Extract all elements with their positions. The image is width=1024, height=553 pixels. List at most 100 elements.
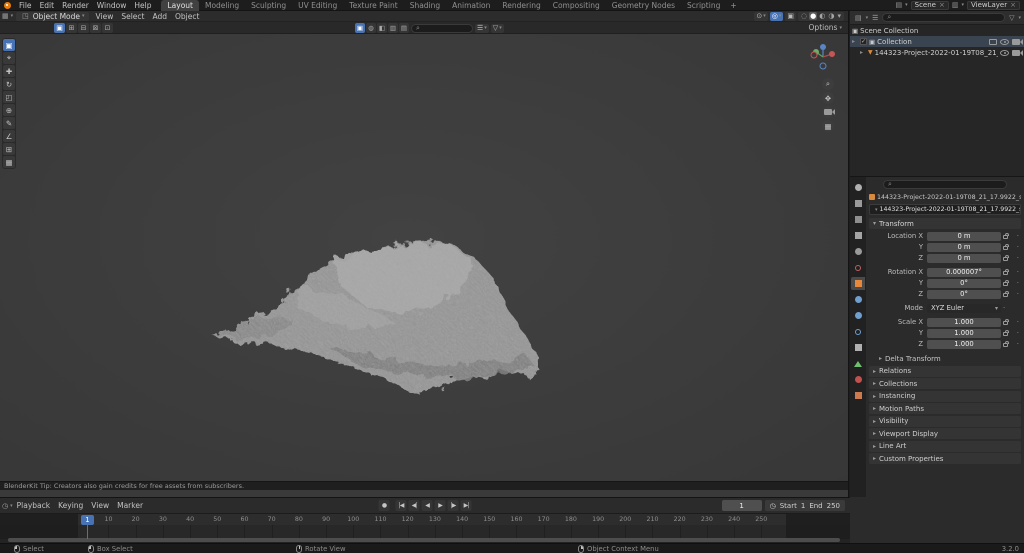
field-y[interactable]: 0 m: [927, 242, 1001, 252]
select-mode-intersect[interactable]: ⊡: [102, 22, 113, 33]
shading-wireframe-button[interactable]: ◌: [800, 12, 808, 20]
blenderkit-search-input[interactable]: ⌕: [411, 23, 473, 33]
timeline-menu-view[interactable]: View: [87, 501, 113, 510]
properties-tab-output[interactable]: [851, 213, 865, 226]
animate-decorator-icon[interactable]: ·: [1017, 268, 1019, 276]
panel-delta-transform[interactable]: ▸ Delta Transform: [875, 353, 1021, 364]
workspace-tab-compositing[interactable]: Compositing: [547, 0, 606, 11]
outliner-search-input[interactable]: ⌕: [882, 13, 1006, 22]
object-name-field[interactable]: ▾ 144323-Project-2022-01-19T08_21_17.992…: [869, 204, 1021, 215]
panel-visibility[interactable]: ▸ Visibility: [869, 415, 1021, 427]
viewport-menu-select[interactable]: Select: [117, 12, 148, 21]
viewport-menu-view[interactable]: View: [92, 12, 118, 21]
pan-hand-icon[interactable]: ✥: [822, 92, 834, 104]
tool-extra-tool[interactable]: ▦: [3, 156, 15, 168]
remove-view-layer-icon[interactable]: ×: [1010, 1, 1016, 9]
timeline-menu-marker[interactable]: Marker: [113, 501, 147, 510]
disable-render-icon[interactable]: [1012, 38, 1023, 45]
timeline-menu-keying[interactable]: Keying: [54, 501, 87, 510]
blenderkit-profile-dropdown[interactable]: ☰ ▾: [475, 23, 489, 33]
overlays-toggle[interactable]: ◎ ▾: [769, 11, 784, 21]
blender-logo-icon[interactable]: [4, 1, 11, 9]
field-mode[interactable]: XYZ Euler: [927, 303, 1001, 313]
asset-scenes-icon[interactable]: ◧: [377, 23, 387, 33]
properties-tab-tool[interactable]: [851, 181, 865, 194]
outliner-display-mode-icon[interactable]: ☰: [870, 14, 880, 22]
editor-type-icon[interactable]: ▦: [0, 12, 11, 20]
lock-icon[interactable]: [1003, 319, 1009, 325]
select-mode-set[interactable]: ▣: [54, 22, 65, 33]
workspace-tab-animation[interactable]: Animation: [446, 0, 496, 11]
shading-solid-button[interactable]: ●: [809, 12, 818, 20]
workspace-tab-scripting[interactable]: Scripting: [681, 0, 726, 11]
workspace-tab-texture-paint[interactable]: Texture Paint: [343, 0, 403, 11]
properties-tab-constraints[interactable]: [851, 341, 865, 354]
properties-tab-texture[interactable]: [851, 389, 865, 402]
zoom-icon[interactable]: ⌕: [822, 78, 834, 90]
animate-decorator-icon[interactable]: ·: [1017, 340, 1019, 348]
panel-relations[interactable]: ▸ Relations: [869, 365, 1021, 377]
asset-models-icon[interactable]: ▣: [355, 23, 365, 33]
next-keyframe-button[interactable]: |▶: [447, 500, 459, 511]
shading-rendered-button[interactable]: ◑: [827, 12, 835, 20]
animate-decorator-icon[interactable]: ·: [1017, 254, 1019, 262]
field-location-x[interactable]: 0 m: [927, 231, 1001, 241]
animate-decorator-icon[interactable]: ·: [1017, 232, 1019, 240]
animate-decorator-icon[interactable]: ·: [1017, 243, 1019, 251]
properties-tab-view-layer[interactable]: [851, 229, 865, 242]
menu-render[interactable]: Render: [58, 1, 93, 10]
xray-toggle[interactable]: ▣: [785, 11, 797, 21]
field-z[interactable]: 0 m: [927, 253, 1001, 263]
lock-icon[interactable]: [1003, 341, 1009, 347]
workspace-tab-sculpting[interactable]: Sculpting: [245, 0, 292, 11]
tool-cursor[interactable]: ⌖: [3, 52, 15, 64]
animate-decorator-icon[interactable]: ·: [1003, 304, 1005, 312]
jump-to-end-button[interactable]: ▶|: [460, 500, 472, 511]
view-layer-chevron-icon[interactable]: ▾: [961, 2, 964, 8]
shading-chevron-icon[interactable]: ▾: [836, 12, 842, 20]
properties-tab-render[interactable]: [851, 197, 865, 210]
disable-render-icon[interactable]: [1012, 49, 1023, 56]
select-mode-invert[interactable]: ⊠: [90, 22, 101, 33]
previous-keyframe-button[interactable]: ◀|: [408, 500, 420, 511]
timeline-editor-icon[interactable]: ◷: [0, 502, 10, 510]
outliner-row-scene-collection[interactable]: ▣ Scene Collection: [850, 25, 1024, 36]
end-frame-field[interactable]: 250: [827, 502, 840, 510]
outliner-editor-icon[interactable]: ▤: [853, 14, 864, 22]
tool-select-box[interactable]: ▣: [3, 39, 15, 51]
blenderkit-filter-dropdown[interactable]: ▽ ▾: [490, 23, 504, 33]
panel-viewport-display[interactable]: ▸ Viewport Display: [869, 428, 1021, 439]
playhead-chip[interactable]: 1: [81, 515, 94, 525]
gizmos-dropdown[interactable]: ⊙ ▾: [754, 11, 768, 21]
menu-window[interactable]: Window: [93, 1, 131, 10]
tool-scale[interactable]: ◰: [3, 91, 15, 103]
workspace-add-tab[interactable]: +: [726, 1, 740, 10]
expand-arrow-icon[interactable]: ▸: [852, 38, 858, 45]
properties-tab-modifiers[interactable]: [851, 293, 865, 306]
tool-rotate[interactable]: ↻: [3, 78, 15, 90]
shading-material-button[interactable]: ◐: [818, 12, 826, 20]
lock-icon[interactable]: [1003, 330, 1009, 336]
panel-line-art[interactable]: ▸ Line Art: [869, 440, 1021, 452]
workspace-tab-geometry-nodes[interactable]: Geometry Nodes: [606, 0, 681, 11]
menu-file[interactable]: File: [15, 1, 36, 10]
panel-custom-properties[interactable]: ▸ Custom Properties: [869, 453, 1021, 464]
jump-to-start-button[interactable]: |◀: [395, 500, 407, 511]
exclude-viewport-icon[interactable]: [989, 38, 997, 45]
scene-selector[interactable]: Scene ×: [910, 0, 949, 10]
start-frame-field[interactable]: 1: [801, 502, 805, 510]
properties-tab-scene[interactable]: [851, 245, 865, 258]
lock-icon[interactable]: [1003, 255, 1009, 261]
play-reverse-button[interactable]: ◀: [421, 500, 433, 511]
properties-tab-object-data[interactable]: [851, 357, 865, 370]
lock-icon[interactable]: [1003, 291, 1009, 297]
asset-hdrs-icon[interactable]: ▥: [388, 23, 398, 33]
options-dropdown[interactable]: Options ▾: [809, 23, 848, 32]
expand-arrow-icon[interactable]: ▸: [860, 49, 866, 56]
field-scale-x[interactable]: 1.000: [927, 317, 1001, 327]
timeline-track[interactable]: [0, 525, 850, 539]
play-button[interactable]: ▶: [434, 500, 446, 511]
field-y[interactable]: 0°: [927, 278, 1001, 288]
select-mode-subtract[interactable]: ⊟: [78, 22, 89, 33]
viewport-menu-add[interactable]: Add: [148, 12, 171, 21]
